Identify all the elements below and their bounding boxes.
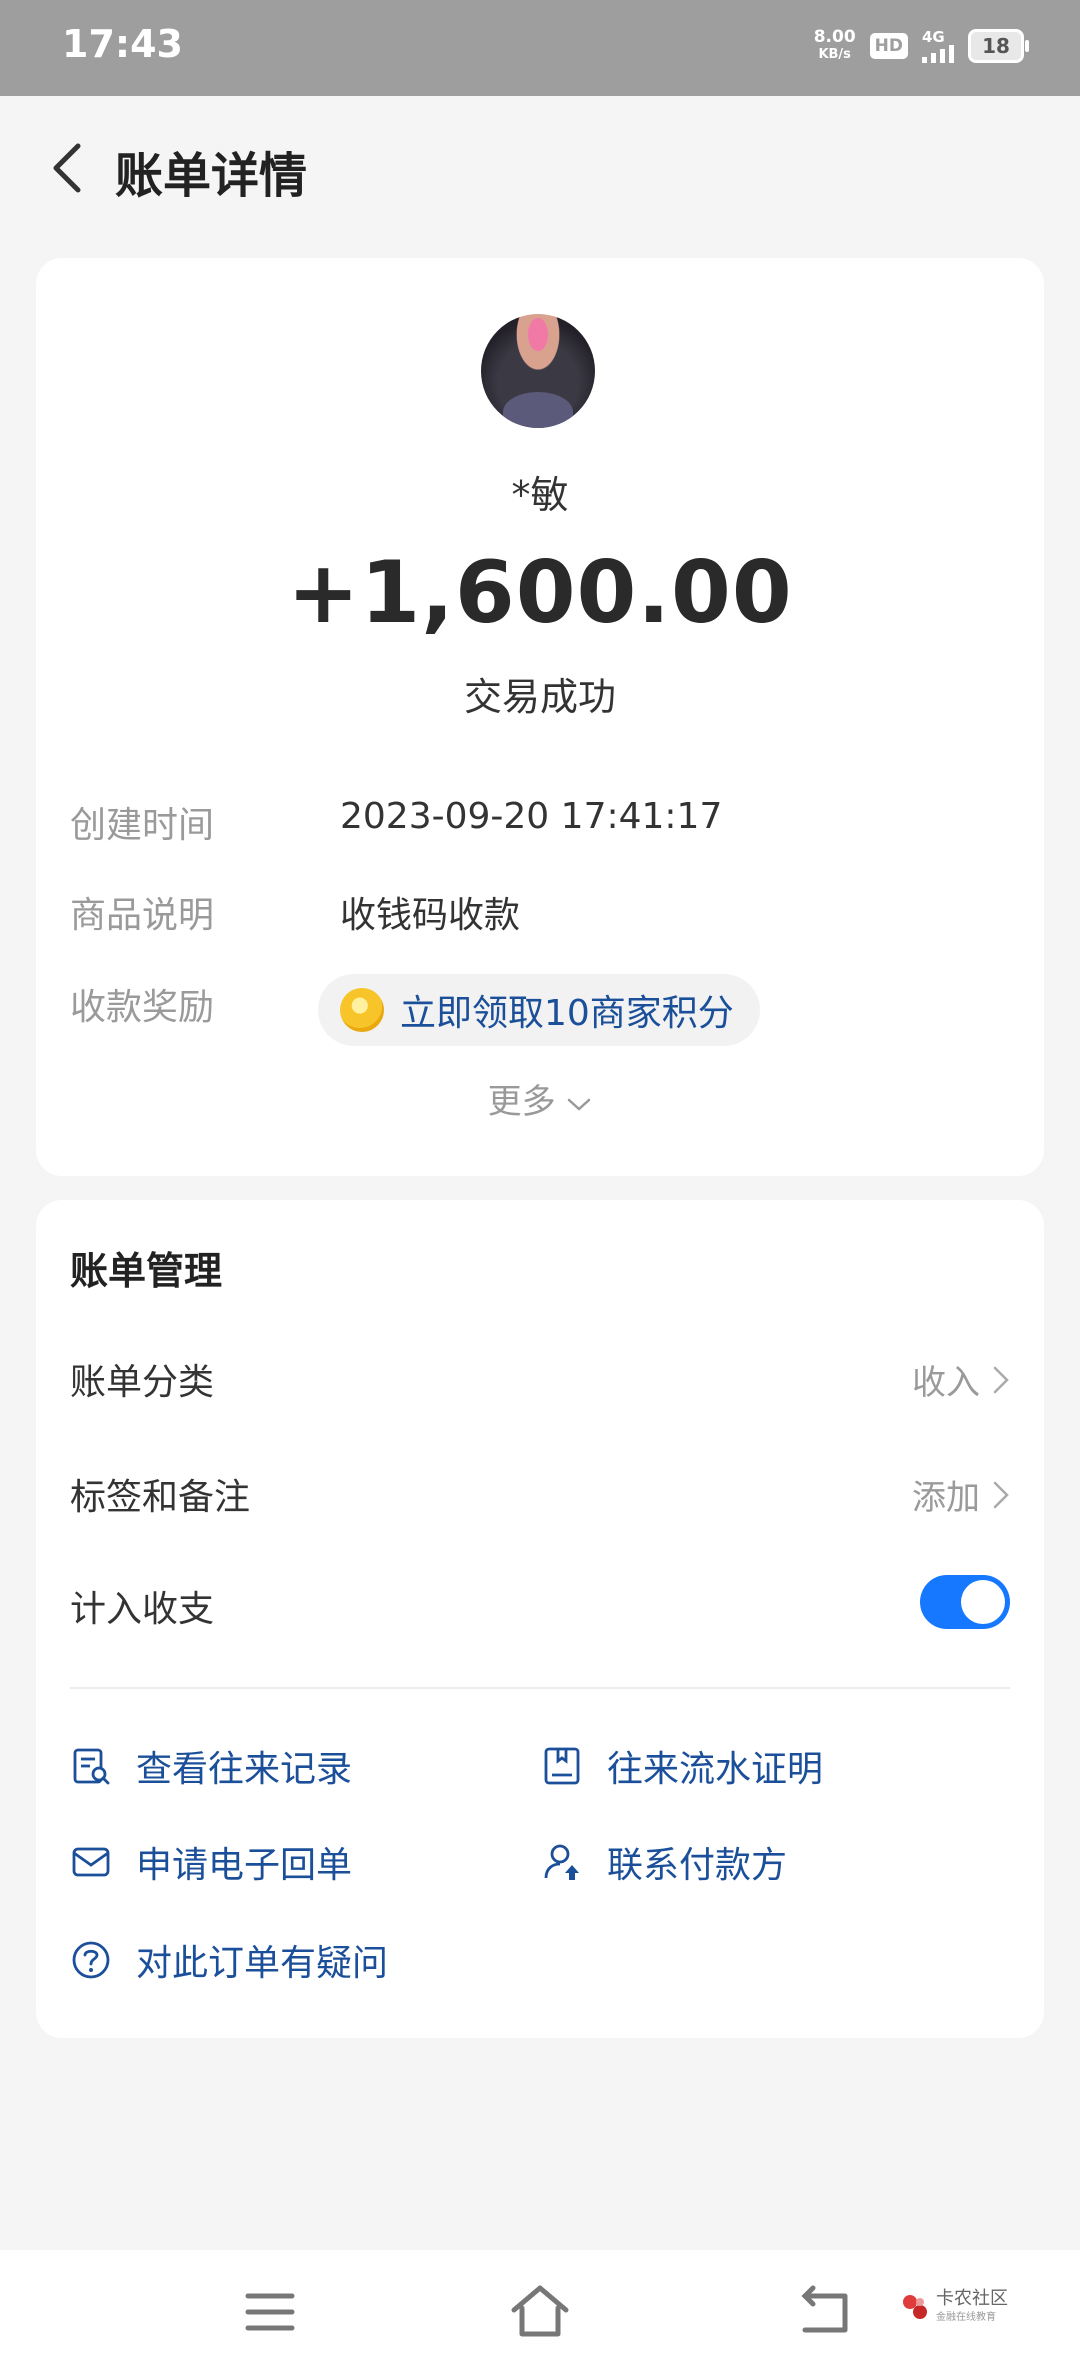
count-in-stats-toggle[interactable] xyxy=(920,1575,1010,1629)
avatar[interactable] xyxy=(481,314,595,428)
watermark-subtitle: 金融在线教育 xyxy=(936,2312,996,2323)
chevron-down-icon xyxy=(568,1098,591,1111)
toggle-knob xyxy=(961,1580,1005,1624)
section-title: 账单管理 xyxy=(70,1249,223,1293)
reward-label: 收款奖励 xyxy=(70,987,215,1028)
tags-notes-row[interactable]: 添加 xyxy=(912,1470,1010,1519)
statement-icon xyxy=(544,1747,580,1785)
network-speed: 8.00 KB/s xyxy=(813,27,856,62)
claim-points-button[interactable]: 立即领取10商家积分 xyxy=(318,974,760,1046)
count-in-stats-label: 计入收支 xyxy=(70,1589,215,1630)
product-desc-label: 商品说明 xyxy=(70,895,215,936)
record-search-icon xyxy=(73,1748,110,1785)
view-records-link[interactable]: 查看往来记录 xyxy=(70,1740,352,1792)
envelope-icon xyxy=(72,1847,110,1877)
top-bar: 账单详情 xyxy=(0,96,1080,240)
more-button[interactable]: 更多 xyxy=(36,1074,1044,1123)
hd-icon: HD xyxy=(869,33,908,59)
tags-notes-value: 添加 xyxy=(912,1478,980,1518)
bill-category-row[interactable]: 收入 xyxy=(912,1355,1010,1404)
transaction-card: *敏 +1,600.00 交易成功 创建时间 2023-09-20 17:41:… xyxy=(36,258,1044,1176)
status-bar: 17:43 8.00 KB/s HD 4G 18 xyxy=(0,0,1080,96)
chevron-left-icon xyxy=(53,143,81,193)
coin-icon xyxy=(340,988,384,1032)
status-icons: 8.00 KB/s HD 4G 18 xyxy=(813,27,1029,64)
watermark-logo-icon xyxy=(903,2294,927,2319)
chevron-right-icon xyxy=(993,1366,1009,1393)
battery-icon: 18 xyxy=(968,29,1029,63)
chevron-right-icon xyxy=(993,1481,1009,1508)
status-time: 17:43 xyxy=(62,22,183,66)
transaction-status: 交易成功 xyxy=(463,675,616,719)
page-title: 账单详情 xyxy=(115,148,308,204)
transaction-amount: +1,600.00 xyxy=(287,543,793,643)
order-question-link[interactable]: 对此订单有疑问 xyxy=(70,1934,388,1986)
divider xyxy=(70,1687,1010,1689)
tags-notes-label: 标签和备注 xyxy=(70,1477,251,1518)
menu-icon[interactable] xyxy=(240,2282,300,2342)
watermark: 卡农社区 金融在线教育 xyxy=(900,2290,1008,2323)
bill-category-label: 账单分类 xyxy=(70,1362,215,1403)
statement-proof-link[interactable]: 往来流水证明 xyxy=(541,1740,823,1792)
bill-management-card: 账单管理 账单分类 收入 标签和备注 添加 计入收支 查看往来记录 往来流水证明… xyxy=(36,1200,1044,2038)
payer-name: *敏 xyxy=(511,473,569,517)
home-icon[interactable] xyxy=(510,2282,570,2342)
contact-payer-link[interactable]: 联系付款方 xyxy=(541,1836,787,1888)
contact-person-icon xyxy=(544,1844,579,1880)
question-icon xyxy=(72,1941,110,1979)
signal-icon: 4G xyxy=(922,29,954,63)
bill-category-value: 收入 xyxy=(912,1363,980,1403)
e-receipt-link[interactable]: 申请电子回单 xyxy=(70,1836,352,1888)
claim-points-text: 立即领取10商家积分 xyxy=(400,993,734,1034)
created-time-value: 2023-09-20 17:41:17 xyxy=(340,796,723,837)
product-desc-value: 收钱码收款 xyxy=(340,895,521,936)
created-time-label: 创建时间 xyxy=(70,805,215,846)
watermark-title: 卡农社区 xyxy=(936,2288,1008,2309)
back-nav-icon[interactable] xyxy=(795,2282,855,2342)
back-button[interactable] xyxy=(34,132,106,204)
